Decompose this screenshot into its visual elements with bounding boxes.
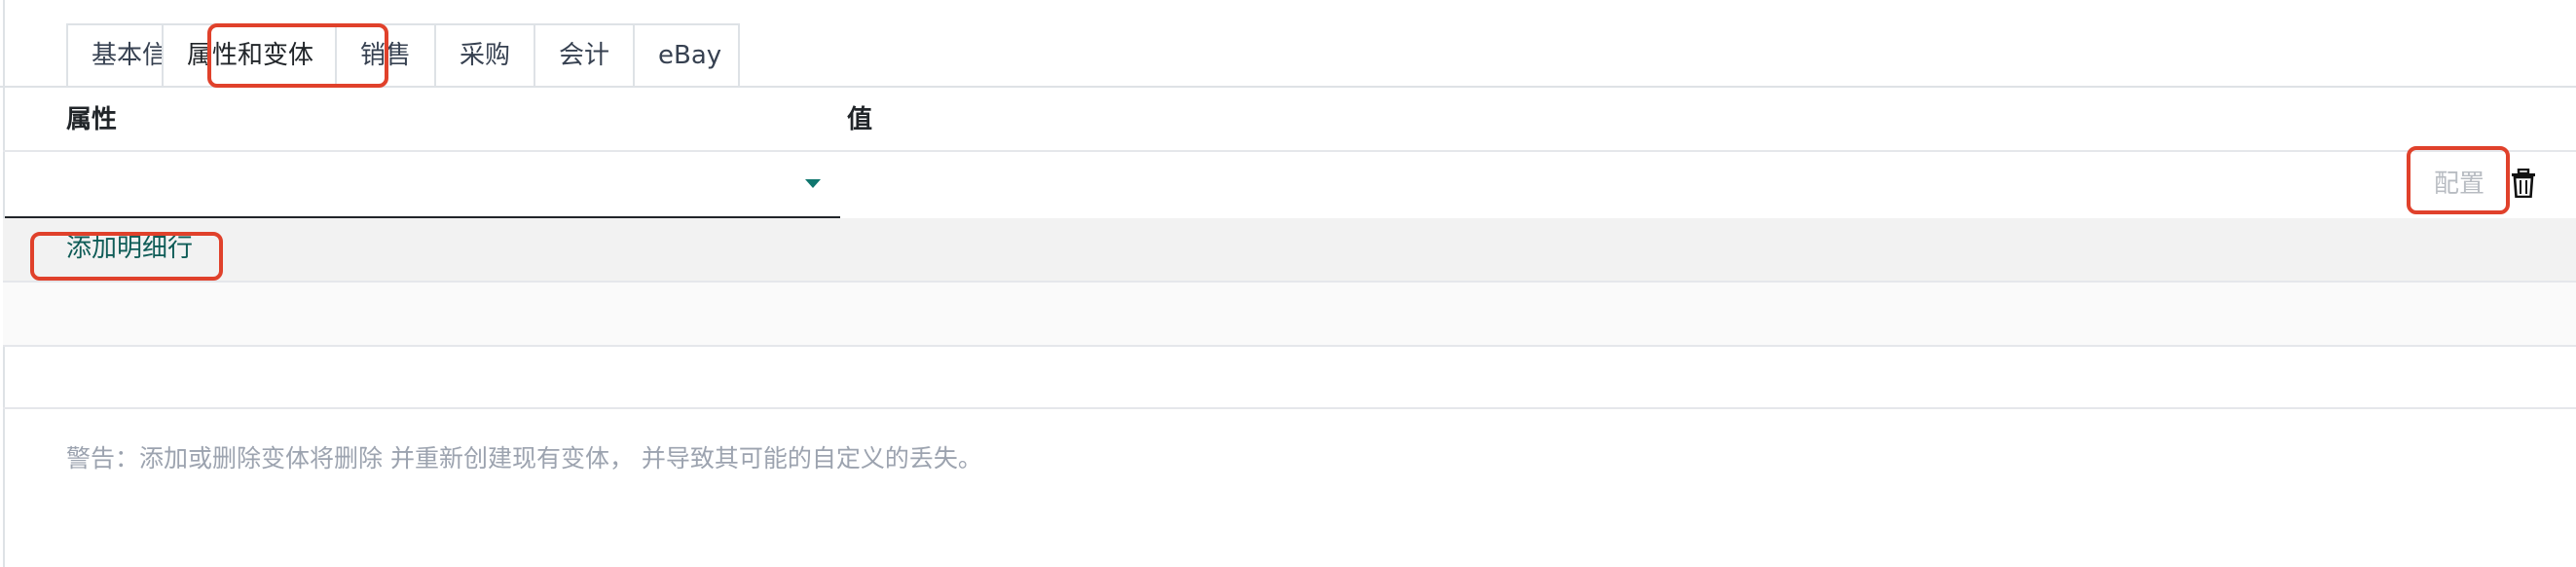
column-header-attribute[interactable]: 属性: [66, 103, 117, 136]
table-bottom-divider: [3, 407, 2576, 409]
tab-ebay[interactable]: eBay: [633, 23, 740, 88]
tabs-divider: [0, 86, 2576, 88]
row-divider: [3, 345, 2576, 347]
add-line-row: [3, 218, 2576, 281]
attribute-select[interactable]: [5, 152, 840, 218]
caret-down-icon[interactable]: [805, 179, 821, 188]
tab-sales[interactable]: 销售: [335, 23, 434, 88]
configure-button[interactable]: 配置: [2409, 152, 2510, 216]
column-header-value[interactable]: 值: [847, 103, 872, 136]
notebook-tabs: 基本信息 属性和变体 销售 采购 会计 eBay: [66, 23, 740, 88]
tab-purchase[interactable]: 采购: [434, 23, 534, 88]
tab-attributes-variants[interactable]: 属性和变体: [162, 23, 335, 88]
product-form-sheet: 基本信息 属性和变体 销售 采购 会计 eBay 属性 值 配置 添加明细行 警…: [0, 0, 2576, 567]
tab-accounting[interactable]: 会计: [534, 23, 633, 88]
trash-icon[interactable]: [2511, 169, 2536, 198]
variant-warning-text: 警告：添加或删除变体将删除 并重新创建现有变体， 并导致其可能的自定义的丢失。: [66, 444, 982, 472]
tab-general-info[interactable]: 基本信息: [66, 23, 193, 88]
add-line-link[interactable]: 添加明细行: [66, 232, 193, 265]
empty-row: [3, 283, 2576, 345]
